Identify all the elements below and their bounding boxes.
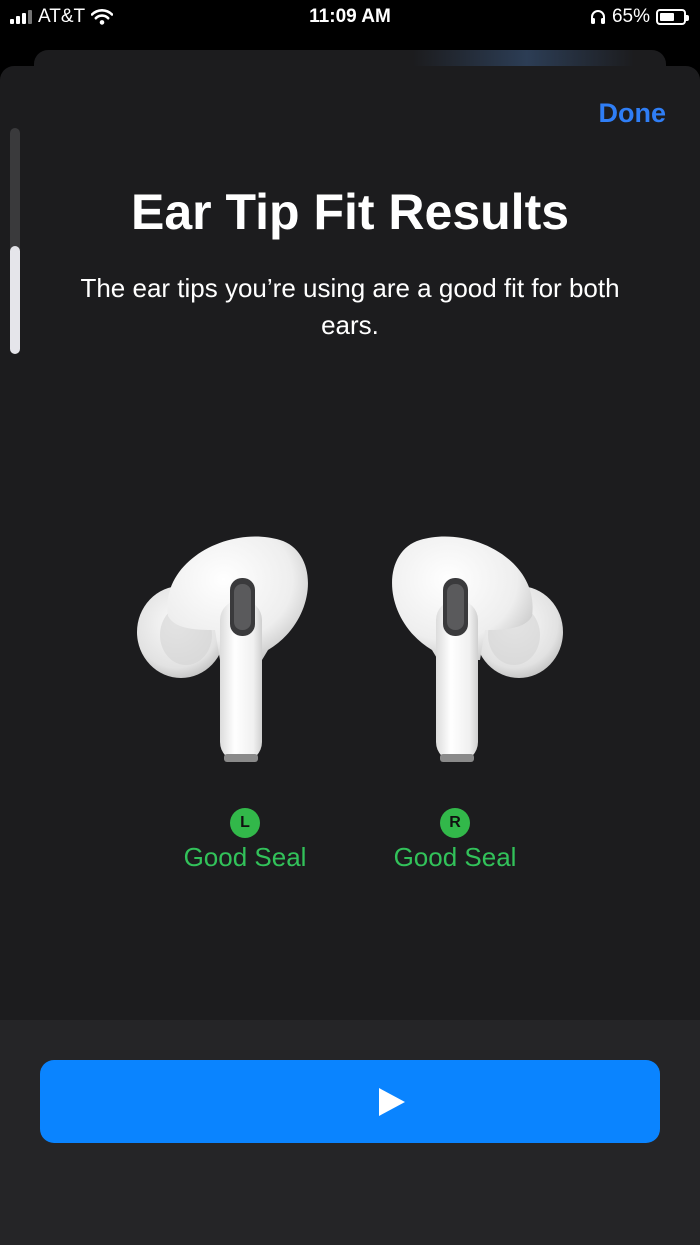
headphones-icon <box>590 10 605 24</box>
battery-icon <box>656 9 689 25</box>
right-ear-result: R Good Seal <box>355 808 555 873</box>
right-ear-badge: R <box>440 808 470 838</box>
status-bar: AT&T 11:09 AM 65% <box>0 0 700 40</box>
airpods-illustration <box>137 536 563 762</box>
screen: AT&T 11:09 AM 65% Done Ear Tip Fit Resul… <box>0 0 700 1245</box>
left-ear-result: L Good Seal <box>145 808 345 873</box>
left-airpod <box>137 536 308 762</box>
play-button[interactable] <box>40 1060 660 1143</box>
right-airpod <box>392 536 563 762</box>
subtitle: The ear tips you’re using are a good fit… <box>80 273 620 340</box>
page-title: Ear Tip Fit Results <box>130 184 570 240</box>
left-seal-status: Good Seal <box>183 842 307 872</box>
status-right: 65% <box>590 6 689 28</box>
battery-fill <box>660 13 674 21</box>
battery-percent: 65% <box>611 6 650 27</box>
right-seal-status: Good Seal <box>393 842 517 872</box>
scroll-indicator[interactable] <box>10 128 20 354</box>
done-button[interactable]: Done <box>599 98 667 129</box>
play-icon <box>379 1088 405 1116</box>
left-ear-badge: L <box>230 808 260 838</box>
scroll-thumb[interactable] <box>10 246 20 354</box>
